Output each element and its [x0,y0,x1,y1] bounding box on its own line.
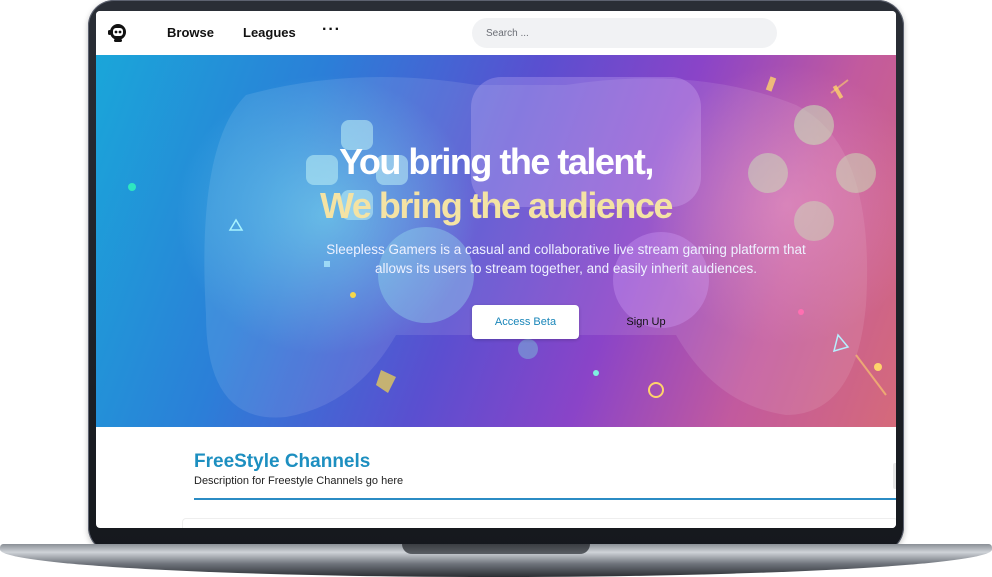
hero-banner: You bring the talent, We bring the audie… [96,55,896,427]
robot-logo-icon[interactable] [107,22,129,44]
search-input[interactable] [472,18,777,48]
browser-screen: Browse Leagues ··· Search ... You bring … [96,11,896,528]
laptop-notch [402,544,590,554]
hero-title-line-2: We bring the audience [320,185,673,226]
nav-browse-link[interactable]: Browse [167,25,214,40]
hero-description: Sleepless Gamers is a casual and collabo… [326,242,806,276]
access-beta-button[interactable]: Access Beta [472,305,579,339]
hero-title-line-1: You bring the talent, [339,141,654,182]
section-divider [194,498,896,500]
section-title: FreeStyle Channels [194,451,371,472]
top-navbar: Browse Leagues ··· [96,11,896,56]
more-dots-icon[interactable]: ··· [322,21,341,39]
scrollbar-thumb[interactable] [893,463,896,489]
section-description: Description for Freestyle Channels go he… [194,475,404,487]
channel-card-row[interactable] [182,518,896,528]
nav-leagues-link[interactable]: Leagues [243,25,296,40]
sign-up-button[interactable]: Sign Up [608,310,684,334]
